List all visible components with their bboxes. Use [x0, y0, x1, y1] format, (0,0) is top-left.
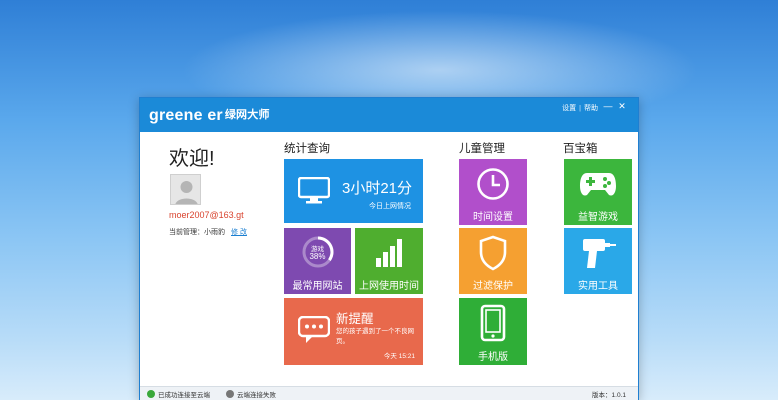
gauge-percent: 38% [309, 252, 326, 261]
cloud-fail-icon [226, 390, 234, 398]
app-logo: greene er 绿网大师 [149, 106, 270, 125]
monitor-icon [298, 177, 330, 204]
edit-link[interactable]: 修 改 [231, 229, 247, 236]
time-settings-label: 时间设置 [473, 212, 513, 223]
status-bar: 已成功连接至云端 云端连接失败 版本：1.0.1 [140, 386, 638, 400]
app-window: greene er 绿网大师 设置 | 帮助 — ✕ 欢迎! moer2007@163… [139, 97, 639, 400]
online-time-value: 3小时21分 [342, 180, 413, 197]
filter-protection-label: 过滤保护 [473, 281, 513, 292]
cloud-connected-status: 已成功连接至云端 [147, 389, 210, 399]
phone-icon [480, 304, 506, 342]
cloud-failed-text: 云端连接失败 [237, 392, 276, 399]
settings-link[interactable]: 设置 [562, 105, 576, 112]
manager-label: 当前管理：小雨豹 [169, 229, 225, 236]
avatar-icon[interactable] [170, 174, 201, 205]
usage-time-label: 上网使用时间 [359, 281, 419, 292]
logo-cn: 绿网大师 [224, 109, 270, 121]
reminder-title: 新提醒 [336, 312, 374, 326]
cloud-failed-status: 云端连接失败 [226, 389, 276, 399]
mobile-tile[interactable]: 手机版 [459, 298, 527, 365]
title-links: 设置 | 帮助 [562, 103, 598, 113]
section-title-toolbox: 百宝箱 [563, 143, 598, 155]
utilities-tile[interactable]: 实用工具 [564, 228, 632, 294]
user-email: moer2007@163.gt [169, 210, 244, 220]
shield-icon [479, 235, 507, 271]
minimize-button[interactable]: — [602, 101, 614, 111]
version-label: 版本：1.0.1 [592, 392, 626, 399]
gamepad-icon [580, 173, 616, 196]
bar-chart-icon [376, 239, 402, 267]
mobile-label: 手机版 [478, 352, 508, 363]
top-sites-label: 最常用网站 [292, 281, 343, 292]
utilities-label: 实用工具 [578, 281, 618, 292]
puzzle-games-label: 益智游戏 [578, 212, 618, 223]
section-title-children: 儿童管理 [459, 143, 505, 155]
online-time-tile[interactable]: 3小时21分 今日上网情况 [284, 159, 423, 223]
link-separator: | [579, 105, 581, 112]
clock-icon [477, 168, 509, 200]
welcome-heading: 欢迎! [169, 148, 215, 170]
logo-text: greene er [149, 107, 223, 124]
main-content: 欢迎! moer2007@163.gt 当前管理：小雨豹修 改 统计查询 儿童管… [140, 132, 638, 385]
puzzle-games-tile[interactable]: 益智游戏 [564, 159, 632, 225]
reminder-tile[interactable]: 新提醒 您的孩子遇到了一个不良网页。 今天 15:21 [284, 298, 423, 365]
close-button[interactable]: ✕ [616, 101, 628, 112]
filter-protection-tile[interactable]: 过滤保护 [459, 228, 527, 294]
drill-icon [583, 239, 616, 268]
time-settings-tile[interactable]: 时间设置 [459, 159, 527, 225]
help-link[interactable]: 帮助 [584, 105, 598, 112]
top-sites-tile[interactable]: 游戏 38% 最常用网站 [284, 228, 351, 294]
cloud-connected-text: 已成功连接至云端 [158, 392, 210, 399]
title-bar: greene er 绿网大师 设置 | 帮助 — ✕ [140, 98, 638, 132]
chat-bubble-icon [298, 316, 330, 343]
manager-row: 当前管理：小雨豹修 改 [169, 227, 247, 237]
reminder-body: 您的孩子遇到了一个不良网页。 [336, 328, 414, 345]
reminder-time: 今天 15:21 [383, 353, 415, 360]
usage-time-tile[interactable]: 上网使用时间 [355, 228, 423, 294]
section-title-stats: 统计查询 [284, 143, 330, 155]
cloud-check-icon [147, 390, 155, 398]
online-time-caption: 今日上网情况 [369, 203, 411, 210]
